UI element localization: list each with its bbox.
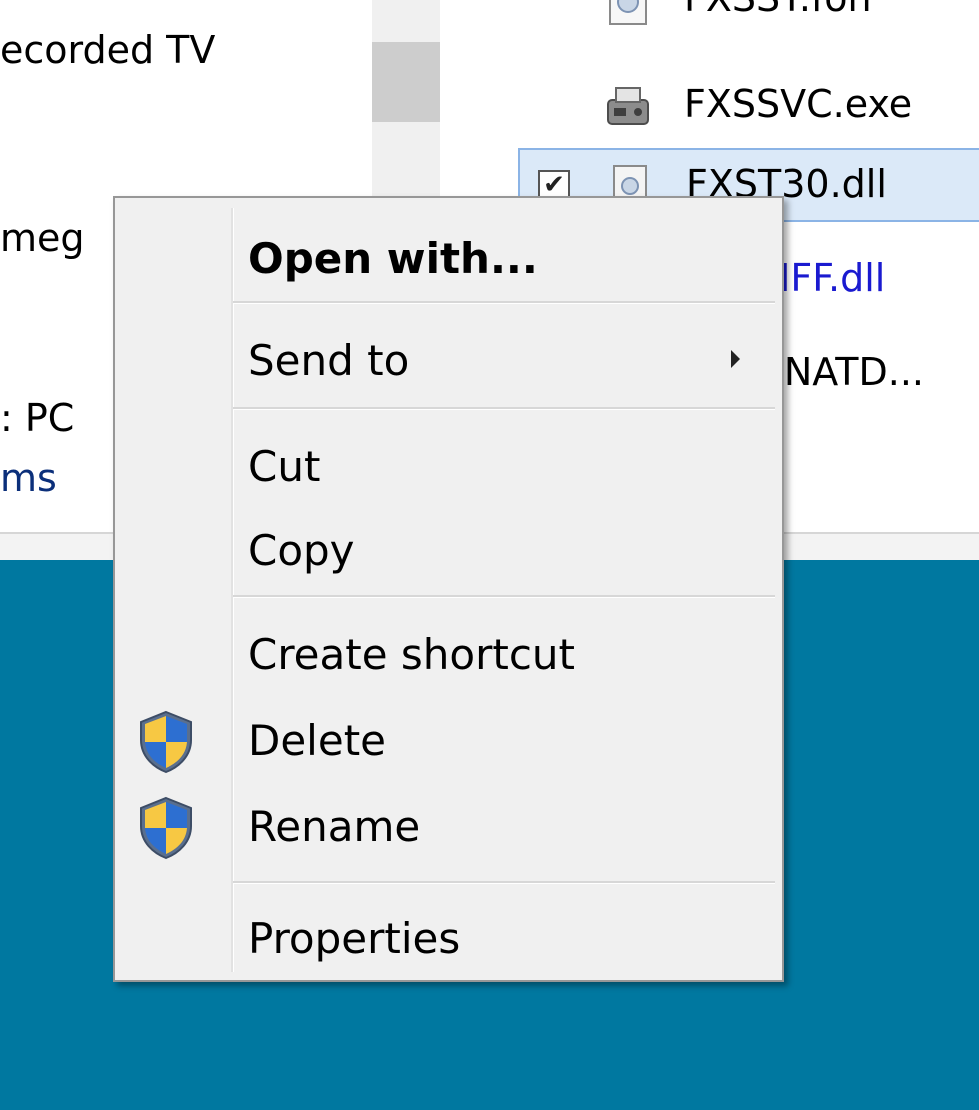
nav-item-meg[interactable]: meg — [0, 216, 85, 260]
context-menu: Open with... Send to Cut Copy Create sho… — [113, 196, 784, 982]
uac-shield-icon — [140, 710, 192, 774]
menu-item-copy[interactable]: Copy — [115, 510, 782, 590]
file-row[interactable]: FXSST.fon — [518, 0, 979, 38]
menu-separator — [233, 881, 775, 884]
menu-item-label: Create shortcut — [248, 630, 576, 679]
menu-item-delete[interactable]: Delete — [115, 700, 782, 780]
file-row[interactable]: FXSSVC.exe — [518, 70, 979, 144]
menu-item-properties[interactable]: Properties — [115, 898, 782, 978]
menu-item-label: Cut — [248, 442, 321, 491]
menu-item-create-shortcut[interactable]: Create shortcut — [115, 614, 782, 694]
menu-item-rename[interactable]: Rename — [115, 786, 782, 866]
menu-item-cut[interactable]: Cut — [115, 426, 782, 506]
file-name: FXSST.fon — [684, 0, 872, 20]
menu-item-label: Open with... — [248, 234, 538, 283]
nav-item-recorded-tv[interactable]: ecorded TV — [0, 28, 215, 72]
nav-item-pc[interactable]: : PC — [0, 396, 74, 440]
menu-separator — [233, 407, 775, 410]
menu-item-label: Properties — [248, 914, 461, 963]
nav-item-programs[interactable]: ms — [0, 456, 57, 500]
menu-separator — [233, 301, 775, 304]
menu-item-label: Copy — [248, 526, 355, 575]
fax-icon — [607, 87, 649, 125]
menu-separator — [233, 595, 775, 598]
uac-shield-icon — [140, 796, 192, 860]
menu-item-label: Delete — [248, 716, 386, 765]
nav-scrollbar-thumb[interactable] — [372, 42, 440, 122]
menu-item-label: Rename — [248, 802, 421, 851]
menu-item-open-with[interactable]: Open with... — [115, 218, 782, 298]
file-name: FXSSVC.exe — [684, 82, 913, 126]
submenu-arrow-icon — [731, 350, 740, 368]
menu-item-send-to[interactable]: Send to — [115, 320, 782, 400]
document-icon — [609, 0, 647, 25]
menu-item-label: Send to — [248, 336, 410, 385]
